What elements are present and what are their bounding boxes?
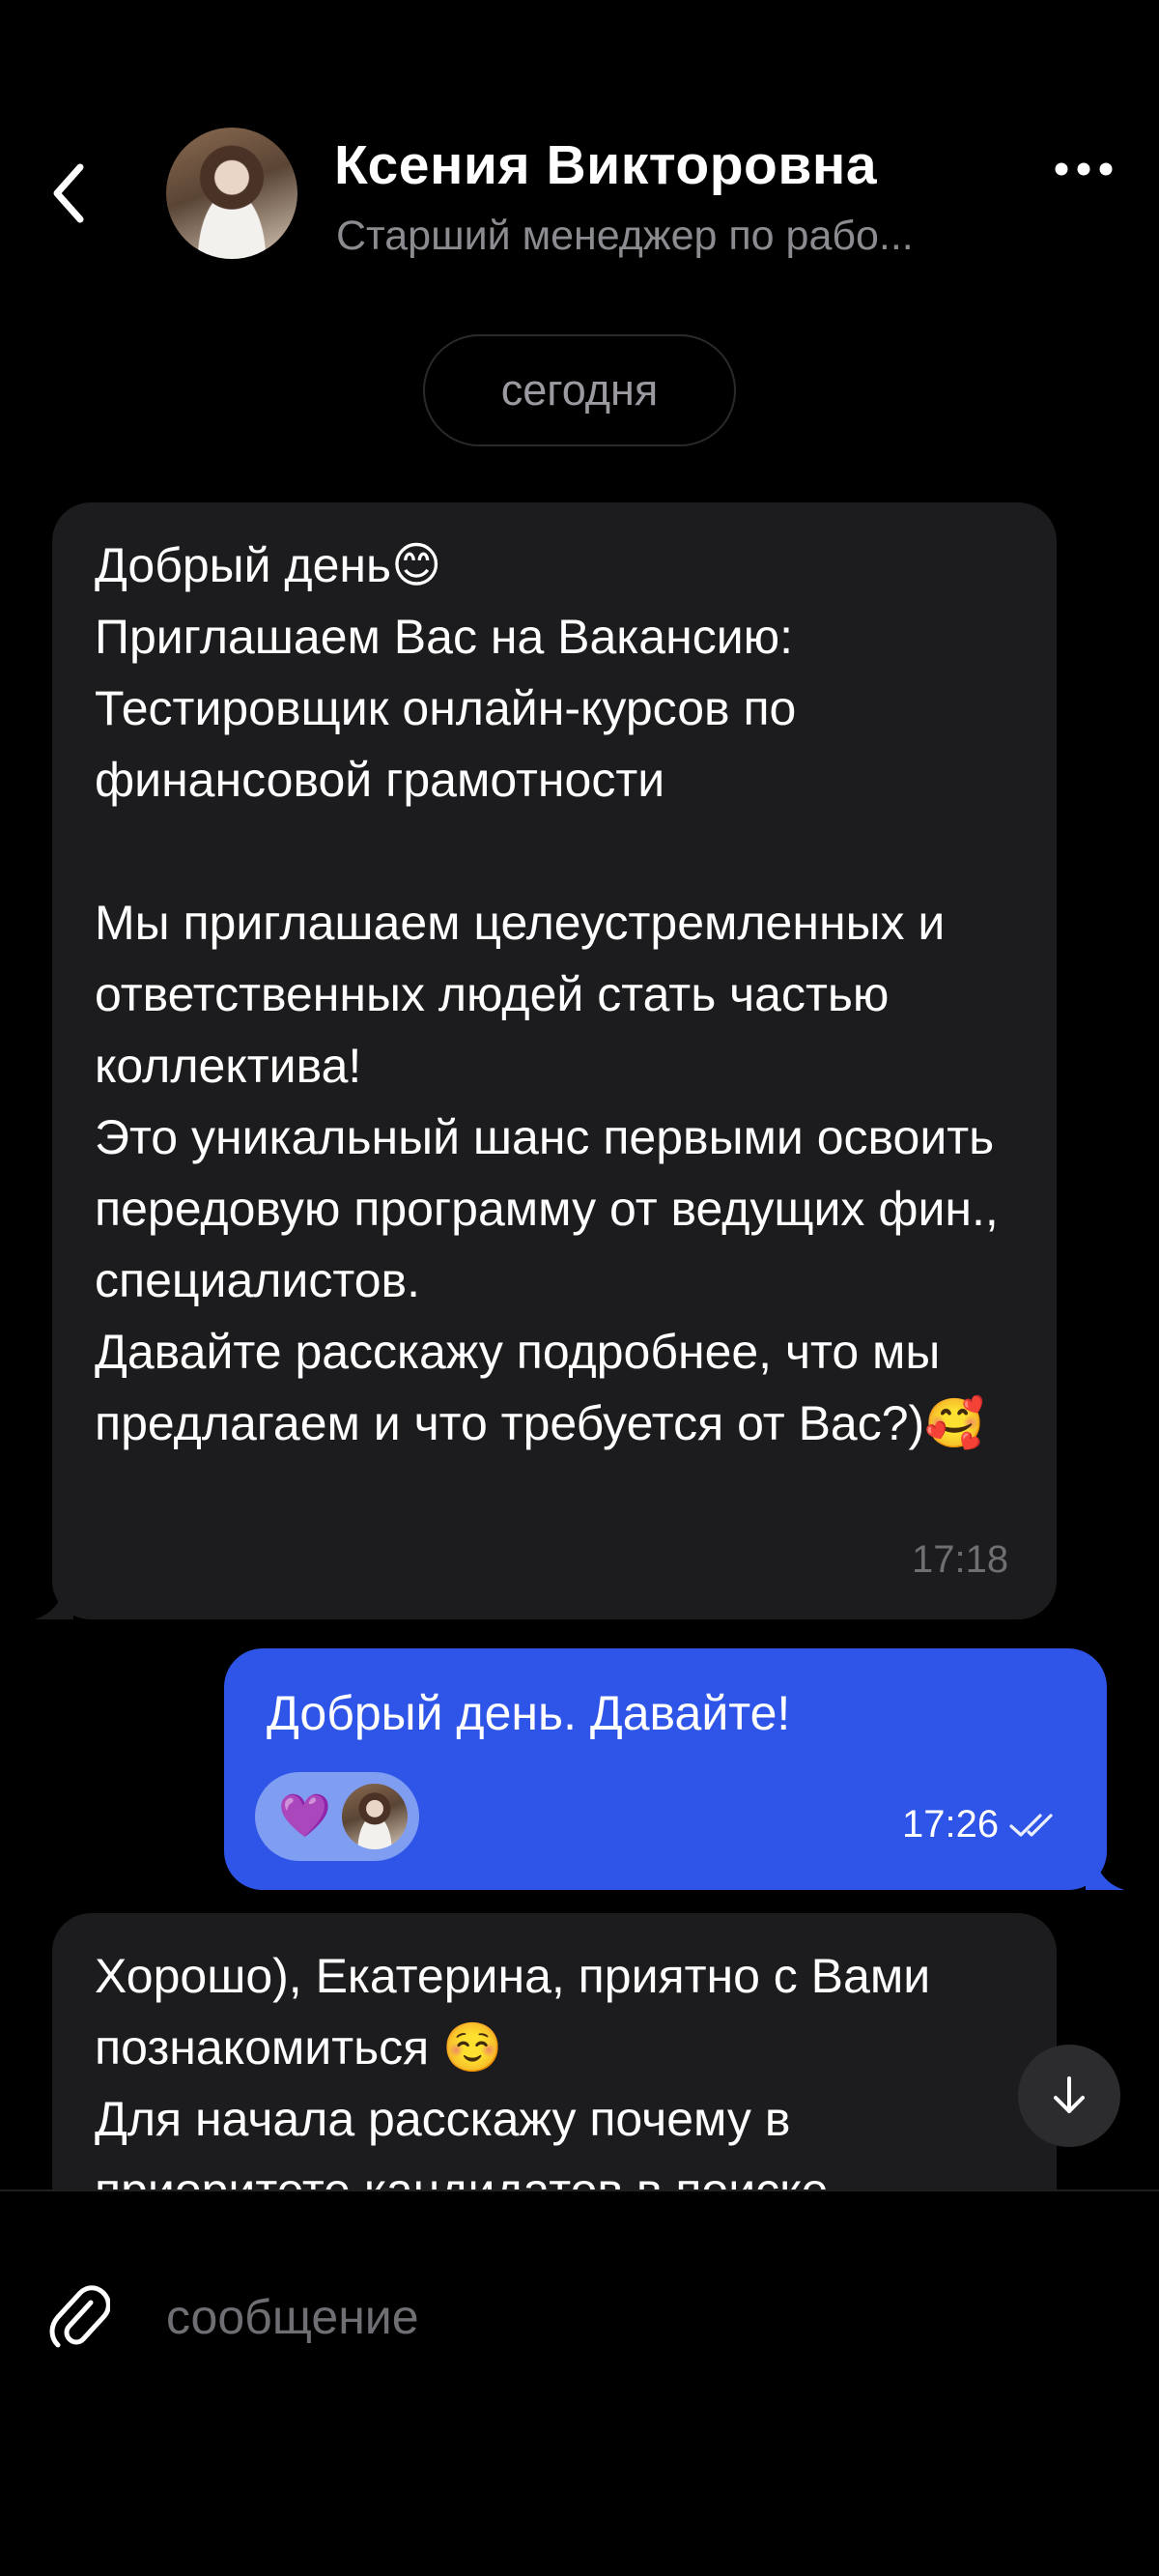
bubble-tail — [1086, 1855, 1124, 1890]
bubble-tail — [35, 1585, 73, 1619]
reactor-avatar — [342, 1784, 408, 1849]
paperclip-icon — [49, 2285, 110, 2348]
message-time: 17:26 — [902, 1803, 1000, 1846]
contact-name[interactable]: Ксения Викторовна — [334, 133, 877, 197]
message-meta: 17:26 — [902, 1803, 1062, 1846]
more-options-button[interactable] — [1045, 145, 1122, 193]
arrow-down-icon — [1054, 2076, 1085, 2113]
message-time: 17:18 — [912, 1538, 1009, 1581]
double-check-icon — [1009, 1813, 1053, 1837]
reaction-badge[interactable]: 💜 — [255, 1772, 419, 1861]
message-text: Добрый день😊 Приглашаем Вас на Вакансию:… — [95, 538, 999, 1450]
message-composer — [0, 2190, 1159, 2576]
more-horizontal-icon — [1055, 162, 1113, 176]
purple-heart-icon: 💜 — [278, 1792, 331, 1840]
chat-header: Ксения Викторовна Старший менеджер по ра… — [0, 0, 1159, 309]
scroll-to-bottom-button[interactable] — [1018, 2045, 1120, 2147]
back-button[interactable] — [35, 145, 102, 242]
chevron-left-icon — [53, 163, 84, 223]
contact-avatar[interactable] — [166, 128, 297, 259]
message-list-clip: Хорошо), Екатерина, приятно с Вами позна… — [0, 1913, 1159, 2190]
contact-subtitle[interactable]: Старший менеджер по рабо... — [336, 213, 914, 260]
message-input[interactable] — [166, 2278, 1035, 2356]
message-text: Хорошо), Екатерина, приятно с Вами позна… — [95, 1949, 931, 2190]
attach-button[interactable] — [42, 2273, 116, 2360]
date-separator: сегодня — [423, 334, 736, 446]
message-text: Добрый день. Давайте! — [267, 1686, 791, 1740]
